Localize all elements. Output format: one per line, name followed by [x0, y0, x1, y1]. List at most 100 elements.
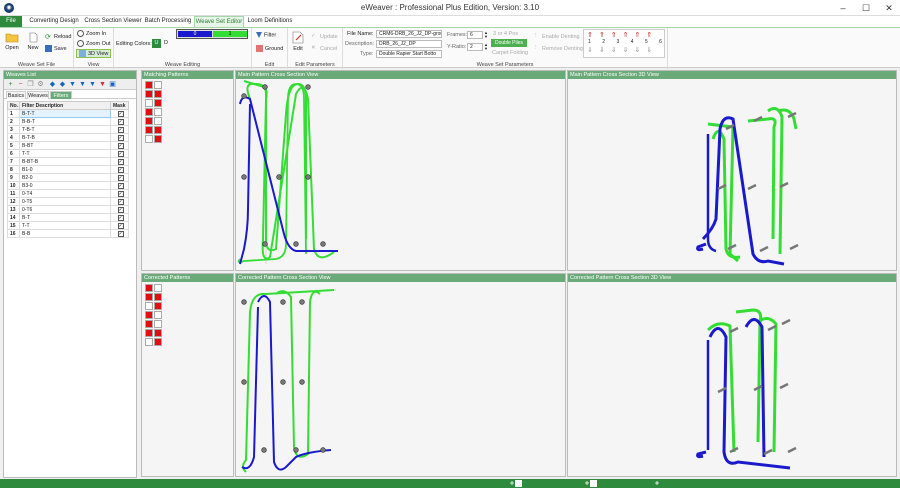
table-row[interactable]: 5 B-BT ✓ [7, 141, 129, 150]
mask-checkbox[interactable]: ✓ [117, 158, 124, 165]
mask-checkbox[interactable]: ✓ [117, 206, 124, 213]
filter-description[interactable]: 0-T5 [19, 197, 111, 206]
mask-checkbox[interactable]: ✓ [117, 182, 124, 189]
pattern-cell[interactable] [154, 108, 162, 116]
color-bar-green[interactable]: 1 [213, 31, 247, 37]
pattern-cell[interactable] [145, 320, 153, 328]
status-layout-icon[interactable] [510, 480, 522, 487]
mask-checkbox[interactable]: ✓ [117, 214, 124, 221]
copy-icon[interactable]: ❐ [27, 81, 34, 88]
pattern-cell[interactable] [154, 320, 162, 328]
pattern-cell[interactable] [145, 293, 153, 301]
status-layout-icon-2[interactable] [585, 480, 597, 487]
tab-basics[interactable]: Basics [6, 91, 26, 99]
settings-icon[interactable]: ⚙ [37, 81, 44, 88]
main-3d-canvas[interactable] [568, 79, 898, 272]
minimize-icon[interactable]: – [832, 1, 854, 15]
mask-checkbox[interactable]: ✓ [117, 174, 124, 181]
filter-description[interactable]: B-T [19, 213, 111, 222]
pattern-cell[interactable] [154, 135, 162, 143]
filter-description[interactable]: T-T [19, 221, 111, 230]
tab-weaves[interactable]: Weaves [27, 91, 49, 99]
edit-button[interactable]: Edit [291, 31, 305, 52]
filter-add-icon[interactable]: ▼ [79, 81, 86, 88]
pattern-cell[interactable] [145, 329, 153, 337]
frame-indicator-panel[interactable]: ⇑⇑⇑⇑⇑⇑ 1 2 3 4 5 6 ⇓⇓⇓⇓⇓⇓ [583, 29, 665, 58]
pattern-cell[interactable] [145, 302, 153, 310]
pattern-cell[interactable] [145, 99, 153, 107]
ground-button[interactable]: Ground [256, 45, 283, 52]
mask-checkbox[interactable]: ✓ [117, 198, 124, 205]
pattern-cell[interactable] [145, 108, 153, 116]
mask-checkbox[interactable]: ✓ [117, 118, 124, 125]
save-button[interactable]: Save [45, 45, 67, 52]
description-field[interactable]: DRB_26_J2_DP [376, 40, 442, 48]
filter-description[interactable]: B-T-T [19, 109, 111, 118]
update-button[interactable]: ✓ Update [311, 33, 338, 40]
table-row[interactable]: 13 0-T6 ✓ [7, 205, 129, 214]
frames-spin-icon[interactable]: ▲ ▼ [484, 31, 488, 39]
color-u-swatch[interactable]: U [152, 39, 161, 48]
pattern-cell[interactable] [145, 284, 153, 292]
filter-description[interactable]: B-BT [19, 141, 111, 150]
pattern-cell[interactable] [154, 302, 162, 310]
pattern-cell[interactable] [154, 90, 162, 98]
y-ratio-stepper[interactable]: 2 [467, 43, 483, 51]
pattern-cell[interactable] [154, 293, 162, 301]
filter-down-icon[interactable]: ▼ [69, 81, 76, 88]
color-bar-blue[interactable]: 0 [178, 31, 212, 37]
filter-description[interactable]: B-T-B [19, 133, 111, 142]
pattern-cell[interactable] [145, 90, 153, 98]
mask-checkbox[interactable]: ✓ [117, 230, 124, 237]
main-cross-section-canvas[interactable] [236, 79, 567, 272]
filter-description[interactable]: B-B [19, 229, 111, 238]
pattern-cell[interactable] [145, 338, 153, 346]
filter-description[interactable]: B2-0 [19, 173, 111, 182]
tab-file[interactable]: File [0, 16, 22, 27]
pattern-cell[interactable] [154, 126, 162, 134]
table-row[interactable]: 12 0-T5 ✓ [7, 197, 129, 206]
cancel-button[interactable]: ✕ Cancel [311, 45, 337, 52]
file-name-field[interactable]: CRM6-DRB_26_J2_DP-grour [376, 30, 442, 38]
table-row[interactable]: 14 B-T ✓ [7, 213, 129, 222]
mask-checkbox[interactable]: ✓ [117, 222, 124, 229]
filter-edit-icon[interactable]: ▼ [89, 81, 96, 88]
table-row[interactable]: 16 B-B ✓ [7, 229, 129, 238]
maximize-icon[interactable]: ☐ [855, 1, 877, 15]
three-or-four-pos-toggle[interactable]: 3 or 4 Pos [493, 31, 518, 37]
filter-remove-icon[interactable]: ▼ [99, 81, 106, 88]
filter-description[interactable]: T-B-T [19, 125, 111, 134]
frames-stepper[interactable]: 6 [467, 31, 483, 39]
pattern-cell[interactable] [145, 117, 153, 125]
weave-color-bar[interactable]: 0 1 [176, 29, 248, 39]
zoom-out-button[interactable]: Zoom Out [77, 40, 110, 47]
tab-converting-design[interactable]: Converting Design [26, 16, 82, 27]
table-row[interactable]: 10 B3-0 ✓ [7, 181, 129, 190]
color-d-swatch[interactable]: D [164, 40, 168, 46]
table-row[interactable]: 2 B-B-T ✓ [7, 117, 129, 126]
mask-checkbox[interactable]: ✓ [117, 166, 124, 173]
filter-description[interactable]: 0-T4 [19, 189, 111, 198]
table-row[interactable]: 11 0-T4 ✓ [7, 189, 129, 198]
pattern-cell[interactable] [145, 81, 153, 89]
reload-button[interactable]: ⟳ Reload [45, 33, 71, 41]
add-icon[interactable]: + [7, 81, 14, 88]
pattern-cell[interactable] [145, 311, 153, 319]
mask-checkbox[interactable]: ✓ [117, 134, 124, 141]
pattern-cell[interactable] [154, 338, 162, 346]
table-row[interactable]: 8 B1-0 ✓ [7, 165, 129, 174]
mask-checkbox[interactable]: ✓ [117, 150, 124, 157]
close-icon[interactable]: ✕ [878, 1, 900, 15]
move-down-icon[interactable]: ◆ [59, 81, 66, 88]
move-up-icon[interactable]: ◆ [49, 81, 56, 88]
status-layout-icon-3[interactable] [655, 480, 667, 487]
new-button[interactable]: New [27, 32, 39, 51]
corrected-cross-section-canvas[interactable] [236, 282, 567, 478]
remove-denting-button[interactable]: ⋮ Remove Denting [533, 45, 583, 52]
pattern-cell[interactable] [145, 135, 153, 143]
3d-view-button[interactable]: 3D View [76, 49, 112, 58]
table-row[interactable]: 9 B2-0 ✓ [7, 173, 129, 182]
filter-button[interactable]: Filter [256, 32, 276, 38]
carpet-folding-toggle[interactable]: Carpet Folding [492, 50, 528, 56]
pattern-cell[interactable] [154, 81, 162, 89]
